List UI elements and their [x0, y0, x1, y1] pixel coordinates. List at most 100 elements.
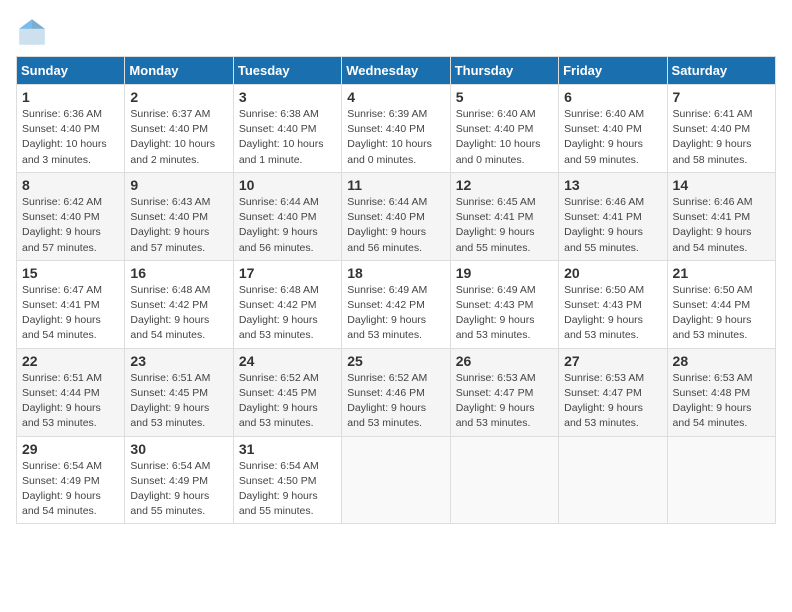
day-info: Sunrise: 6:36 AMSunset: 4:40 PMDaylight:… — [22, 107, 119, 168]
calendar-day-cell — [667, 436, 775, 524]
calendar-week-row: 15 Sunrise: 6:47 AMSunset: 4:41 PMDayligh… — [17, 260, 776, 348]
calendar-day-header: Tuesday — [233, 57, 341, 85]
calendar-day-cell: 12 Sunrise: 6:45 AMSunset: 4:41 PMDayligh… — [450, 172, 558, 260]
calendar-day-cell: 16Sunrise: 6:48 AMSunset: 4:42 PMDayligh… — [125, 260, 233, 348]
day-number: 22 — [22, 353, 119, 369]
calendar-day-cell: 15 Sunrise: 6:47 AMSunset: 4:41 PMDayligh… — [17, 260, 125, 348]
day-info: Sunrise: 6:37 AMSunset: 4:40 PMDaylight:… — [130, 107, 227, 168]
day-number: 29 — [22, 441, 119, 457]
calendar-day-cell: 13 Sunrise: 6:46 AMSunset: 4:41 PMDayligh… — [559, 172, 667, 260]
day-number: 21 — [673, 265, 770, 281]
day-number: 3 — [239, 89, 336, 105]
calendar-day-cell: 7 Sunrise: 6:41 AMSunset: 4:40 PMDaylight… — [667, 85, 775, 173]
day-number: 11 — [347, 177, 444, 193]
day-number: 7 — [673, 89, 770, 105]
day-info: Sunrise: 6:38 AMSunset: 4:40 PMDaylight:… — [239, 107, 336, 168]
day-info: Sunrise: 6:50 AMSunset: 4:44 PMDaylight:… — [673, 283, 770, 344]
day-info: Sunrise: 6:44 AMSunset: 4:40 PMDaylight:… — [239, 195, 336, 256]
day-number: 27 — [564, 353, 661, 369]
day-info: Sunrise: 6:48 AMSunset: 4:42 PMDaylight:… — [239, 283, 336, 344]
day-number: 10 — [239, 177, 336, 193]
day-number: 4 — [347, 89, 444, 105]
calendar-day-cell — [450, 436, 558, 524]
calendar-day-cell: 17 Sunrise: 6:48 AMSunset: 4:42 PMDayligh… — [233, 260, 341, 348]
calendar-day-cell — [559, 436, 667, 524]
day-number: 5 — [456, 89, 553, 105]
calendar-day-cell: 8Sunrise: 6:42 AMSunset: 4:40 PMDaylight… — [17, 172, 125, 260]
calendar-day-cell — [342, 436, 450, 524]
day-info: Sunrise: 6:48 AMSunset: 4:42 PMDaylight:… — [130, 283, 227, 344]
calendar-day-cell: 18 Sunrise: 6:49 AMSunset: 4:42 PMDayligh… — [342, 260, 450, 348]
day-info: Sunrise: 6:52 AMSunset: 4:46 PMDaylight:… — [347, 371, 444, 432]
calendar-header-row: SundayMondayTuesdayWednesdayThursdayFrid… — [17, 57, 776, 85]
calendar-day-cell: 3 Sunrise: 6:38 AMSunset: 4:40 PMDaylight… — [233, 85, 341, 173]
day-info: Sunrise: 6:53 AMSunset: 4:48 PMDaylight:… — [673, 371, 770, 432]
day-info: Sunrise: 6:53 AMSunset: 4:47 PMDaylight:… — [456, 371, 553, 432]
page-container: SundayMondayTuesdayWednesdayThursdayFrid… — [16, 16, 776, 524]
day-info: Sunrise: 6:46 AMSunset: 4:41 PMDaylight:… — [564, 195, 661, 256]
day-info: Sunrise: 6:54 AMSunset: 4:49 PMDaylight:… — [130, 459, 227, 520]
day-number: 8 — [22, 177, 119, 193]
calendar-table: SundayMondayTuesdayWednesdayThursdayFrid… — [16, 56, 776, 524]
calendar-day-cell: 29 Sunrise: 6:54 AMSunset: 4:49 PMDayligh… — [17, 436, 125, 524]
day-info: Sunrise: 6:54 AMSunset: 4:50 PMDaylight:… — [239, 459, 336, 520]
calendar-day-header: Thursday — [450, 57, 558, 85]
calendar-week-row: 22 Sunrise: 6:51 AMSunset: 4:44 PMDayligh… — [17, 348, 776, 436]
day-number: 20 — [564, 265, 661, 281]
calendar-day-cell: 31 Sunrise: 6:54 AMSunset: 4:50 PMDayligh… — [233, 436, 341, 524]
day-number: 12 — [456, 177, 553, 193]
calendar-day-cell: 30 Sunrise: 6:54 AMSunset: 4:49 PMDayligh… — [125, 436, 233, 524]
day-info: Sunrise: 6:52 AMSunset: 4:45 PMDaylight:… — [239, 371, 336, 432]
calendar-day-header: Saturday — [667, 57, 775, 85]
day-number: 23 — [130, 353, 227, 369]
calendar-day-cell: 19 Sunrise: 6:49 AMSunset: 4:43 PMDayligh… — [450, 260, 558, 348]
day-info: Sunrise: 6:41 AMSunset: 4:40 PMDaylight:… — [673, 107, 770, 168]
calendar-week-row: 29 Sunrise: 6:54 AMSunset: 4:49 PMDayligh… — [17, 436, 776, 524]
day-number: 30 — [130, 441, 227, 457]
day-number: 24 — [239, 353, 336, 369]
calendar-day-cell: 6Sunrise: 6:40 AMSunset: 4:40 PMDaylight… — [559, 85, 667, 173]
day-info: Sunrise: 6:47 AMSunset: 4:41 PMDaylight:… — [22, 283, 119, 344]
day-number: 31 — [239, 441, 336, 457]
day-info: Sunrise: 6:40 AMSunset: 4:40 PMDaylight:… — [564, 107, 661, 168]
day-number: 14 — [673, 177, 770, 193]
day-info: Sunrise: 6:49 AMSunset: 4:43 PMDaylight:… — [456, 283, 553, 344]
calendar-day-header: Sunday — [17, 57, 125, 85]
day-number: 2 — [130, 89, 227, 105]
day-info: Sunrise: 6:51 AMSunset: 4:45 PMDaylight:… — [130, 371, 227, 432]
day-info: Sunrise: 6:39 AMSunset: 4:40 PMDaylight:… — [347, 107, 444, 168]
day-number: 15 — [22, 265, 119, 281]
day-number: 17 — [239, 265, 336, 281]
day-number: 26 — [456, 353, 553, 369]
day-info: Sunrise: 6:45 AMSunset: 4:41 PMDaylight:… — [456, 195, 553, 256]
day-info: Sunrise: 6:51 AMSunset: 4:44 PMDaylight:… — [22, 371, 119, 432]
calendar-week-row: 8Sunrise: 6:42 AMSunset: 4:40 PMDaylight… — [17, 172, 776, 260]
calendar-day-header: Monday — [125, 57, 233, 85]
day-info: Sunrise: 6:54 AMSunset: 4:49 PMDaylight:… — [22, 459, 119, 520]
day-number: 1 — [22, 89, 119, 105]
calendar-day-cell: 27Sunrise: 6:53 AMSunset: 4:47 PMDayligh… — [559, 348, 667, 436]
calendar-day-cell: 9 Sunrise: 6:43 AMSunset: 4:40 PMDaylight… — [125, 172, 233, 260]
day-info: Sunrise: 6:49 AMSunset: 4:42 PMDaylight:… — [347, 283, 444, 344]
day-number: 9 — [130, 177, 227, 193]
day-info: Sunrise: 6:44 AMSunset: 4:40 PMDaylight:… — [347, 195, 444, 256]
day-number: 13 — [564, 177, 661, 193]
calendar-day-cell: 21 Sunrise: 6:50 AMSunset: 4:44 PMDayligh… — [667, 260, 775, 348]
logo-icon — [16, 16, 48, 48]
calendar-day-cell: 2 Sunrise: 6:37 AMSunset: 4:40 PMDaylight… — [125, 85, 233, 173]
calendar-week-row: 1 Sunrise: 6:36 AMSunset: 4:40 PMDaylight… — [17, 85, 776, 173]
calendar-day-cell: 20Sunrise: 6:50 AMSunset: 4:43 PMDayligh… — [559, 260, 667, 348]
day-info: Sunrise: 6:43 AMSunset: 4:40 PMDaylight:… — [130, 195, 227, 256]
calendar-day-cell: 1 Sunrise: 6:36 AMSunset: 4:40 PMDaylight… — [17, 85, 125, 173]
calendar-day-cell: 4 Sunrise: 6:39 AMSunset: 4:40 PMDaylight… — [342, 85, 450, 173]
day-number: 28 — [673, 353, 770, 369]
day-info: Sunrise: 6:40 AMSunset: 4:40 PMDaylight:… — [456, 107, 553, 168]
logo — [16, 16, 52, 48]
calendar-day-cell: 5 Sunrise: 6:40 AMSunset: 4:40 PMDaylight… — [450, 85, 558, 173]
calendar-day-header: Friday — [559, 57, 667, 85]
calendar-day-cell: 22 Sunrise: 6:51 AMSunset: 4:44 PMDayligh… — [17, 348, 125, 436]
day-number: 18 — [347, 265, 444, 281]
header — [16, 16, 776, 48]
calendar-day-cell: 25Sunrise: 6:52 AMSunset: 4:46 PMDayligh… — [342, 348, 450, 436]
day-number: 19 — [456, 265, 553, 281]
